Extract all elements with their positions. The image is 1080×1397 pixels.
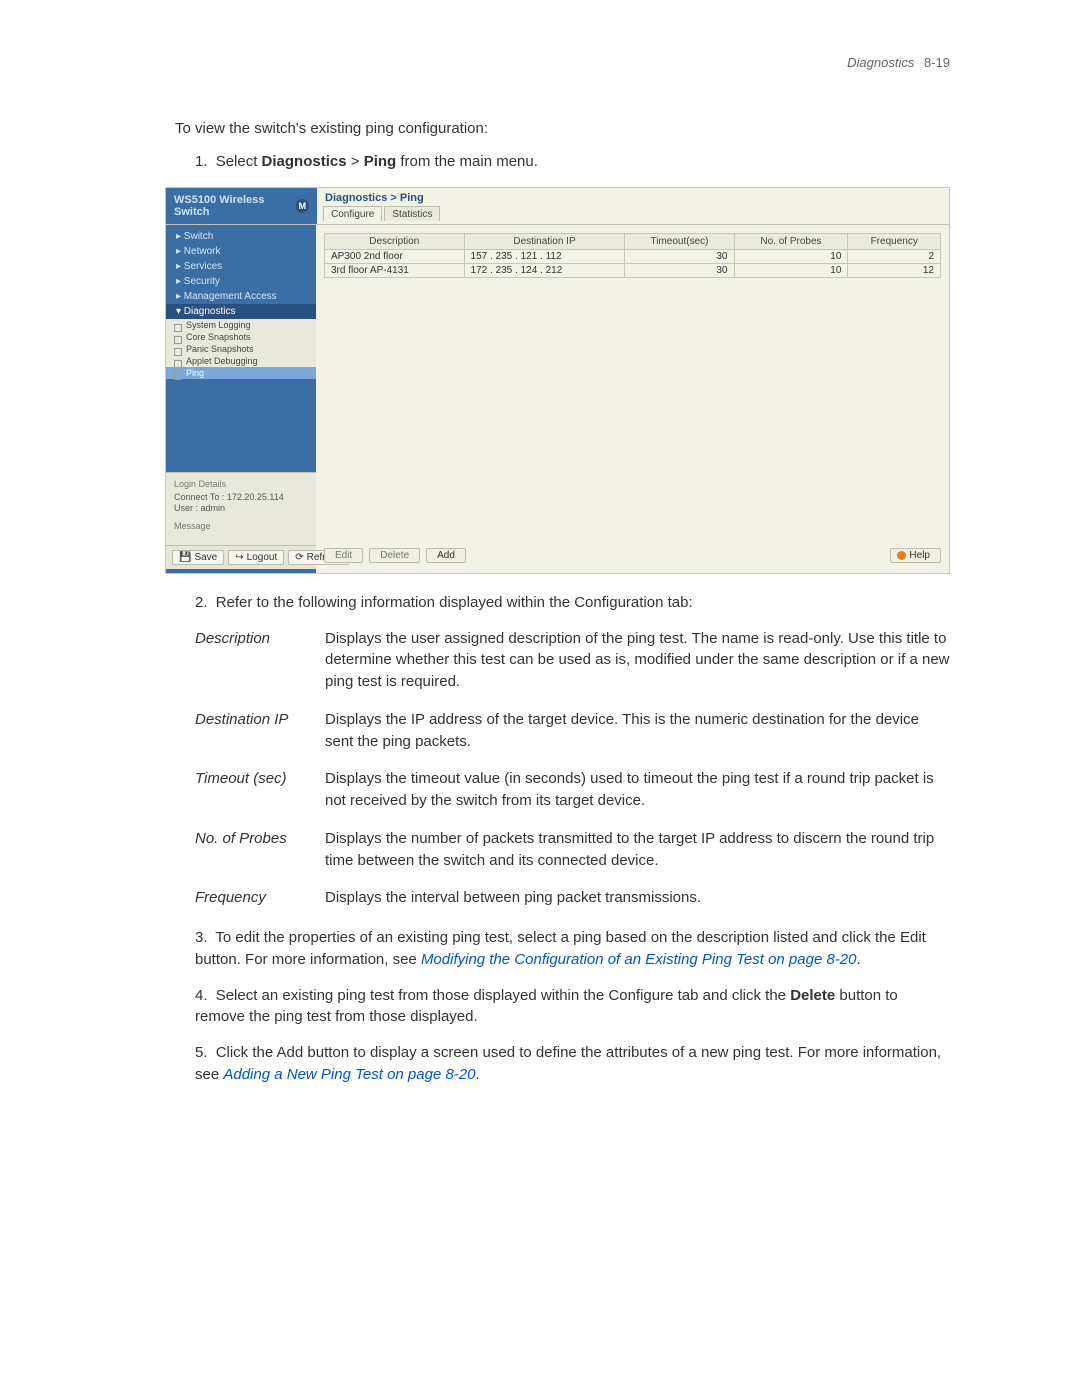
nav-switch[interactable]: ▸ Switch: [166, 229, 316, 244]
help-button[interactable]: Help: [890, 548, 941, 563]
def-term: Frequency: [195, 887, 325, 909]
save-button[interactable]: 💾Save: [172, 550, 224, 565]
link-add-ping[interactable]: Adding a New Ping Test on page 8-20: [223, 1066, 475, 1083]
def-term: Timeout (sec): [195, 768, 325, 812]
login-details: Login Details Connect To : 172.20.25.114…: [166, 472, 316, 518]
step-1: 1. Select Diagnostics > Ping from the ma…: [195, 151, 950, 173]
save-icon: 💾: [179, 552, 191, 563]
subnav-panic-snapshots[interactable]: Panic Snapshots: [166, 343, 316, 355]
product-logo: WS5100 Wireless Switch M: [166, 188, 317, 224]
sidebar-nav: ▸ Switch ▸ Network ▸ Services ▸ Security…: [166, 225, 316, 573]
ping-table: Description Destination IP Timeout(sec) …: [324, 233, 941, 278]
nav-diagnostics[interactable]: ▾ Diagnostics: [166, 304, 316, 319]
breadcrumb: Diagnostics > Ping: [317, 188, 949, 204]
intro-text: To view the switch's existing ping confi…: [175, 120, 940, 137]
table-row[interactable]: 3rd floor AP-4131 172 . 235 . 124 . 212 …: [325, 263, 941, 277]
add-button[interactable]: Add: [426, 548, 466, 563]
col-timeout[interactable]: Timeout(sec): [625, 233, 734, 249]
subnav-system-logging[interactable]: System Logging: [166, 319, 316, 331]
def-term: Destination IP: [195, 709, 325, 753]
step-2: 2. Refer to the following information di…: [195, 592, 950, 614]
edit-button[interactable]: Edit: [324, 548, 363, 563]
message-box: Message: [166, 518, 316, 545]
col-frequency[interactable]: Frequency: [848, 233, 941, 249]
col-probes[interactable]: No. of Probes: [734, 233, 848, 249]
definition-list: DescriptionDisplays the user assigned de…: [195, 628, 950, 910]
table-row[interactable]: AP300 2nd floor 157 . 235 . 121 . 112 30…: [325, 249, 941, 263]
subnav-core-snapshots[interactable]: Core Snapshots: [166, 331, 316, 343]
link-modify-ping[interactable]: Modifying the Configuration of an Existi…: [421, 951, 857, 968]
nav-management[interactable]: ▸ Management Access: [166, 289, 316, 304]
logout-button[interactable]: ↪Logout: [228, 550, 284, 565]
refresh-icon: ⟳: [295, 552, 303, 563]
subnav-applet-debugging[interactable]: Applet Debugging: [166, 355, 316, 367]
section-name: Diagnostics: [847, 55, 914, 70]
logout-icon: ↪: [235, 552, 243, 563]
screenshot-panel: WS5100 Wireless Switch M Diagnostics > P…: [165, 187, 950, 574]
col-destination-ip[interactable]: Destination IP: [464, 233, 625, 249]
delete-button[interactable]: Delete: [369, 548, 420, 563]
def-term: No. of Probes: [195, 828, 325, 872]
page-number: 8-19: [924, 55, 950, 70]
tab-configure[interactable]: Configure: [323, 206, 382, 221]
def-term: Description: [195, 628, 325, 693]
logo-badge-icon: M: [296, 199, 309, 213]
col-description[interactable]: Description: [325, 233, 465, 249]
step-5: 5. Click the Add button to display a scr…: [195, 1042, 950, 1086]
step-4: 4. Select an existing ping test from tho…: [195, 985, 950, 1029]
nav-security[interactable]: ▸ Security: [166, 274, 316, 289]
tab-statistics[interactable]: Statistics: [384, 206, 440, 221]
nav-network[interactable]: ▸ Network: [166, 244, 316, 259]
subnav-ping[interactable]: Ping: [166, 367, 316, 379]
page-header: Diagnostics 8-19: [165, 55, 950, 70]
step-3: 3. To edit the properties of an existing…: [195, 927, 950, 971]
nav-services[interactable]: ▸ Services: [166, 259, 316, 274]
